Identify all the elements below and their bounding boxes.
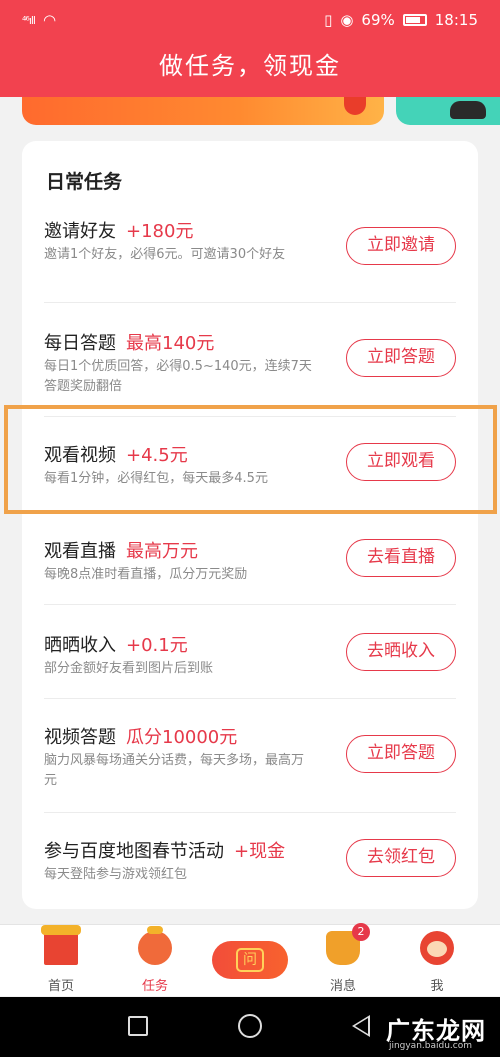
daily-task-card: 日常任务 邀请好友 +180元 邀请1个好友，必得6元。可邀请30个好友 立即邀请…: [22, 141, 478, 909]
live-button[interactable]: 去看直播: [346, 539, 456, 577]
task-reward: +0.1元: [126, 635, 188, 656]
task-reward: +现金: [234, 841, 286, 862]
recent-apps-icon[interactable]: [128, 1016, 148, 1036]
page-title: 做任务，领现金: [159, 52, 341, 80]
task-reward: +180元: [126, 221, 194, 242]
highlight-box: [4, 405, 497, 514]
divider: [44, 698, 456, 699]
divider: [44, 302, 456, 303]
task-name: 观看直播: [44, 541, 116, 562]
task-reward: 最高140元: [126, 333, 215, 354]
task-icon: [138, 926, 172, 965]
battery-percent: 69%: [361, 11, 395, 29]
task-reward: 最高万元: [126, 541, 198, 562]
system-nav-bar: 广东龙网 jingyan.baidu.com: [0, 997, 500, 1057]
red-packet-button[interactable]: 去领红包: [346, 839, 456, 877]
task-row: 视频答题 瓜分10000元 脑力风暴每场通关分话费，每天多场，最高万元 立即答题: [44, 723, 456, 813]
task-desc: 每日1个优质回答，必得0.5~140元，连续7天答题奖励翻倍: [44, 359, 312, 394]
divider: [44, 604, 456, 605]
task-desc: 邀请1个好友，必得6元。可邀请30个好友: [44, 247, 286, 262]
task-row: 邀请好友 +180元 邀请1个好友，必得6元。可邀请30个好友 立即邀请: [44, 217, 456, 303]
nav-label: 消息: [329, 979, 356, 994]
task-row: 观看直播 最高万元 每晚8点准时看直播，瓜分万元奖励 去看直播: [44, 537, 456, 605]
task-desc: 部分金额好友看到图片后到账: [44, 661, 214, 676]
unread-badge: 2: [352, 923, 370, 941]
task-row: 每日答题 最高140元 每日1个优质回答，必得0.5~140元，连续7天答题奖励翻…: [44, 329, 456, 417]
task-desc: 每晚8点准时看直播，瓜分万元奖励: [44, 567, 248, 582]
watermark-url: jingyan.baidu.com: [388, 1041, 472, 1051]
task-name: 视频答题: [44, 727, 116, 748]
nav-message[interactable]: 2 消息: [308, 923, 378, 994]
task-name: 邀请好友: [44, 221, 116, 242]
bottom-nav: 首页 任务 问 2 消息 我: [0, 923, 500, 996]
task-row: 参与百度地图春节活动 +现金 每天登陆参与游戏领红包 去领红包: [44, 837, 456, 897]
nav-label: 首页: [47, 979, 74, 994]
promo-banner-secondary[interactable]: [396, 97, 500, 125]
profile-icon: [420, 931, 454, 965]
eye-icon: ◉: [340, 11, 354, 29]
clock: 18:15: [434, 11, 478, 29]
task-name: 每日答题: [44, 333, 116, 354]
home-icon: [41, 925, 81, 965]
leaf-decoration: [344, 97, 366, 115]
task-reward: 瓜分10000元: [126, 727, 238, 748]
status-bar: ⁴⁶ıll ◠ ▯ ◉ 69% 18:15: [0, 0, 500, 42]
section-title: 日常任务: [46, 171, 123, 193]
divider: [44, 812, 456, 813]
nav-label: 我: [430, 979, 444, 994]
signal-icon: ⁴⁶ıll: [22, 13, 36, 27]
invite-button[interactable]: 立即邀请: [346, 227, 456, 265]
vibrate-icon: ▯: [324, 11, 333, 29]
nav-profile[interactable]: 我: [402, 931, 472, 994]
header-bar: ⁴⁶ıll ◠ ▯ ◉ 69% 18:15 做任务，领现金: [0, 0, 500, 97]
task-name: 参与百度地图春节活动: [44, 841, 224, 862]
nav-task[interactable]: 任务: [120, 926, 190, 994]
task-desc: 每天登陆参与游戏领红包: [44, 867, 188, 882]
cat-image: [450, 101, 486, 119]
ask-button[interactable]: 问: [212, 941, 288, 979]
promo-banner[interactable]: [22, 97, 384, 125]
home-button-icon[interactable]: [238, 1014, 262, 1038]
wifi-icon: ◠: [43, 11, 57, 29]
answer-button[interactable]: 立即答题: [346, 339, 456, 377]
task-row: 晒晒收入 +0.1元 部分金额好友看到图片后到账 去晒收入: [44, 631, 456, 699]
task-desc: 脑力风暴每场通关分话费，每天多场，最高万元: [44, 753, 305, 788]
share-income-button[interactable]: 去晒收入: [346, 633, 456, 671]
back-icon[interactable]: [352, 1015, 370, 1037]
nav-home[interactable]: 首页: [26, 925, 96, 994]
nav-label: 任务: [141, 979, 168, 994]
battery-icon: [402, 14, 427, 26]
message-icon: 2: [326, 923, 370, 965]
question-icon: 问: [236, 948, 264, 972]
video-quiz-button[interactable]: 立即答题: [346, 735, 456, 773]
task-name: 晒晒收入: [44, 635, 116, 656]
